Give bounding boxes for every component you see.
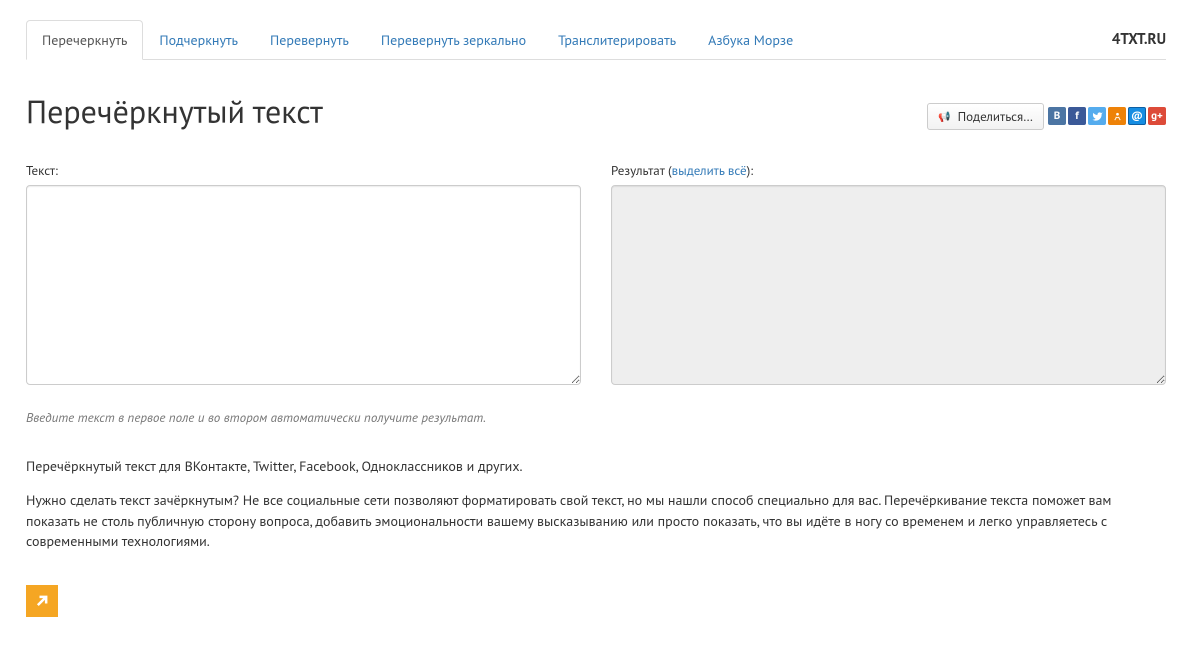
- share-twitter-icon[interactable]: [1088, 107, 1106, 125]
- tab-strike[interactable]: Перечеркнуть: [26, 20, 143, 60]
- tab-bar: Перечеркнуть Подчеркнуть Перевернуть Пер…: [26, 20, 1166, 60]
- input-label: Текст:: [26, 162, 581, 179]
- share-button-label: Поделиться…: [958, 108, 1033, 125]
- share-facebook-icon[interactable]: f: [1068, 107, 1086, 125]
- input-textarea[interactable]: [26, 185, 581, 385]
- result-label: Результат (выделить всё):: [611, 162, 1166, 179]
- megaphone-icon: 📢: [938, 109, 952, 123]
- site-brand: 4TXT.RU: [1112, 30, 1166, 49]
- tab-underline[interactable]: Подчеркнуть: [143, 20, 254, 60]
- result-textarea[interactable]: [611, 185, 1166, 385]
- hint-text: Введите текст в первое поле и во втором …: [26, 409, 1166, 426]
- share-block: 📢 Поделиться… B f @ g+: [927, 103, 1166, 130]
- share-gplus-icon[interactable]: g+: [1148, 107, 1166, 125]
- share-button[interactable]: 📢 Поделиться…: [927, 103, 1044, 130]
- share-ok-icon[interactable]: [1108, 107, 1126, 125]
- description-p2: Нужно сделать текст зачёркнутым? Не все …: [26, 490, 1166, 551]
- select-all-link[interactable]: выделить всё: [672, 162, 747, 179]
- share-moimir-icon[interactable]: @: [1128, 107, 1146, 125]
- tab-mirror[interactable]: Перевернуть зеркально: [365, 20, 542, 60]
- tab-flip[interactable]: Перевернуть: [254, 20, 365, 60]
- page-title: Перечёркнутый текст: [26, 90, 323, 132]
- result-label-prefix: Результат (: [611, 162, 672, 179]
- tab-morse[interactable]: Азбука Морзе: [692, 20, 809, 60]
- tab-translit[interactable]: Транслитерировать: [542, 20, 692, 60]
- description: Перечёркнутый текст для ВКонтакте, Twitt…: [26, 456, 1166, 551]
- description-p1: Перечёркнутый текст для ВКонтакте, Twitt…: [26, 456, 1166, 476]
- share-vk-icon[interactable]: B: [1048, 107, 1066, 125]
- result-label-suffix: ):: [747, 162, 754, 179]
- liveinternet-counter-icon[interactable]: [26, 585, 58, 617]
